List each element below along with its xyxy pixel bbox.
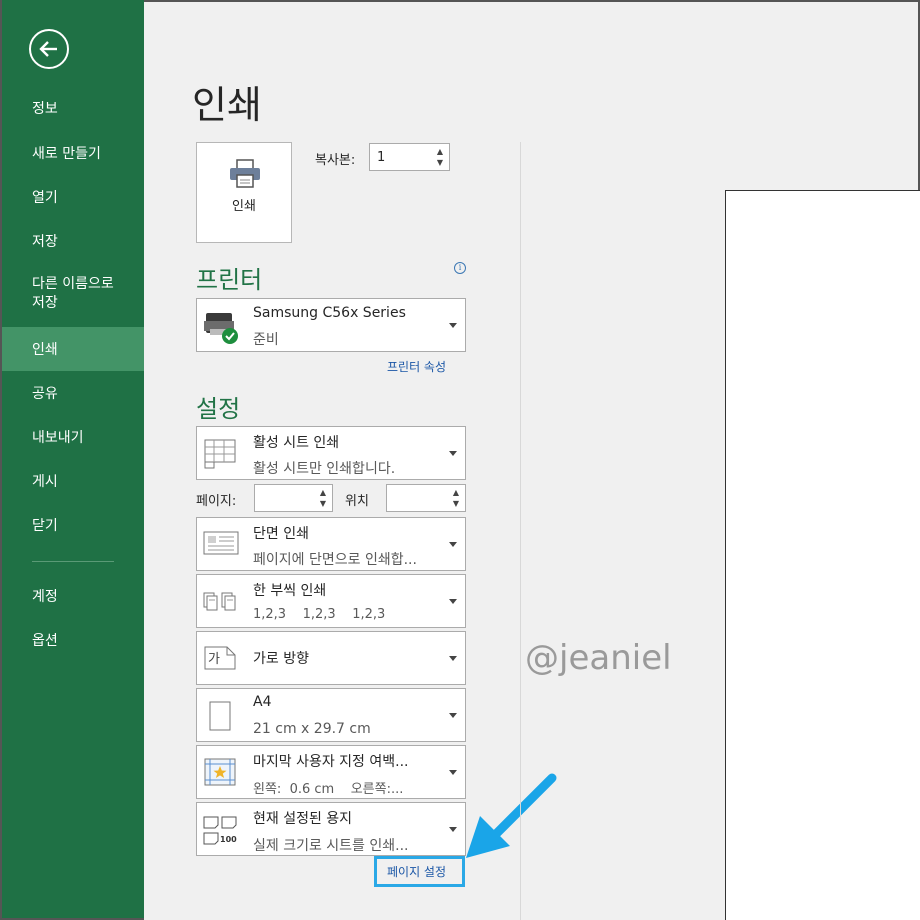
print-what-sub: 활성 시트만 인쇄합니다.	[253, 461, 396, 477]
printer-icon	[230, 159, 260, 188]
print-what-title: 활성 시트 인쇄	[253, 435, 340, 451]
sidebar-item-save[interactable]: 저장	[2, 219, 144, 263]
chevron-down-icon[interactable]: ▼	[435, 157, 445, 168]
dropdown-caret-icon	[449, 599, 457, 604]
collate-title: 한 부씩 인쇄	[253, 583, 327, 599]
chevron-down-icon[interactable]: ▼	[318, 498, 328, 509]
print-what-dropdown[interactable]: 활성 시트 인쇄 활성 시트만 인쇄합니다.	[196, 426, 466, 480]
sidebar-item-save-as[interactable]: 다른 이름으로저장	[2, 270, 144, 318]
print-button[interactable]: 인쇄	[196, 142, 292, 243]
copies-value: 1	[377, 150, 386, 165]
sidebar-item-export[interactable]: 내보내기	[2, 415, 144, 459]
sidebar-item-info[interactable]: 정보	[2, 86, 144, 130]
print-pane: 인쇄 인쇄 복사본: 1 ▲ ▼ 프린터 i Samsung C56x Serie…	[144, 0, 920, 920]
page-setup-link[interactable]: 페이지 설정	[387, 863, 446, 880]
printer-dropdown[interactable]: Samsung C56x Series 준비	[196, 298, 466, 352]
sidebar-item-close[interactable]: 닫기	[2, 503, 144, 547]
backstage-sidebar: 정보 새로 만들기 열기 저장 다른 이름으로 저장 인쇄 공유 내보내기 게시 …	[0, 0, 144, 920]
pane-divider	[520, 142, 521, 920]
chevron-down-icon[interactable]: ▼	[451, 498, 461, 509]
sidebar-item-publish[interactable]: 게시	[2, 459, 144, 503]
sidebar-item-print[interactable]: 인쇄	[2, 327, 144, 371]
scaling-sub: 실제 크기로 시트를 인쇄...	[253, 838, 409, 854]
collate-sub: 1,2,3 1,2,3 1,2,3	[253, 607, 386, 622]
copies-label: 복사본:	[315, 153, 356, 168]
dropdown-caret-icon	[449, 770, 457, 775]
orientation-icon-text: 가	[208, 652, 220, 667]
page-title: 인쇄	[192, 83, 262, 127]
collate-icon	[203, 592, 236, 611]
dropdown-caret-icon	[449, 713, 457, 718]
orientation-title: 가로 방향	[253, 651, 309, 667]
sidebar-item-options[interactable]: 옵션	[2, 618, 144, 662]
paper-icon	[209, 701, 231, 731]
scaling-icon-text: 100	[220, 835, 237, 844]
collate-dropdown[interactable]: 한 부씩 인쇄 1,2,3 1,2,3 1,2,3	[196, 574, 466, 628]
scaling-dropdown[interactable]: 100 현재 설정된 용지 실제 크기로 시트를 인쇄...	[196, 802, 466, 856]
where-label: 위치	[345, 494, 369, 509]
printer-ready-icon	[204, 313, 238, 344]
chevron-up-icon[interactable]: ▲	[451, 487, 461, 498]
sidebar-item-share[interactable]: 공유	[2, 371, 144, 415]
pages-label: 페이지:	[196, 494, 237, 509]
dropdown-caret-icon	[449, 827, 457, 832]
one-sided-icon	[203, 531, 239, 555]
sheet-grid-icon	[204, 439, 236, 469]
print-preview-page	[725, 190, 920, 920]
sidebar-divider	[32, 561, 114, 562]
sides-title: 단면 인쇄	[253, 526, 309, 542]
margins-dropdown[interactable]: 마지막 사용자 지정 여백... 왼쪽: 0.6 cm 오른쪽:...	[196, 745, 466, 799]
sidebar-item-open[interactable]: 열기	[2, 175, 144, 219]
back-arrow-icon[interactable]	[29, 29, 69, 69]
dropdown-caret-icon	[449, 451, 457, 456]
chevron-up-icon[interactable]: ▲	[318, 487, 328, 498]
dropdown-caret-icon	[449, 542, 457, 547]
margins-icon	[204, 758, 236, 786]
sidebar-item-account[interactable]: 계정	[2, 574, 144, 618]
print-button-label: 인쇄	[232, 199, 256, 214]
margins-sub: 왼쪽: 0.6 cm 오른쪽:...	[253, 782, 404, 797]
chevron-up-icon[interactable]: ▲	[435, 146, 445, 157]
sidebar-item-new[interactable]: 새로 만들기	[2, 131, 144, 175]
dropdown-caret-icon	[449, 323, 457, 328]
sides-sub: 페이지에 단면으로 인쇄합...	[253, 552, 417, 568]
orientation-dropdown[interactable]: 가 가로 방향	[196, 631, 466, 685]
printer-status: 준비	[253, 332, 279, 348]
sidebar-item-save-as-line1: 다른 이름으로	[32, 276, 114, 292]
margins-title: 마지막 사용자 지정 여백...	[253, 754, 409, 770]
watermark: @jeaniel	[525, 638, 672, 678]
paper-title: A4	[253, 694, 272, 710]
printer-name: Samsung C56x Series	[253, 305, 406, 321]
printer-properties-link[interactable]: 프린터 속성	[387, 358, 446, 375]
copies-stepper[interactable]: 1 ▲ ▼	[369, 143, 450, 171]
paper-size-dropdown[interactable]: A4 21 cm x 29.7 cm	[196, 688, 466, 742]
dropdown-caret-icon	[449, 656, 457, 661]
sides-dropdown[interactable]: 단면 인쇄 페이지에 단면으로 인쇄합...	[196, 517, 466, 571]
paper-sub: 21 cm x 29.7 cm	[253, 721, 371, 737]
settings-heading: 설정	[196, 395, 241, 423]
printer-heading: 프린터	[196, 266, 263, 294]
sidebar-item-save-as-line2: 저장	[32, 295, 58, 311]
pages-from-stepper[interactable]: ▲ ▼	[254, 484, 333, 512]
pages-to-stepper[interactable]: ▲ ▼	[386, 484, 466, 512]
info-icon[interactable]: i	[454, 262, 466, 274]
annotation-arrow-icon	[466, 773, 557, 858]
scaling-title: 현재 설정된 용지	[253, 811, 353, 827]
